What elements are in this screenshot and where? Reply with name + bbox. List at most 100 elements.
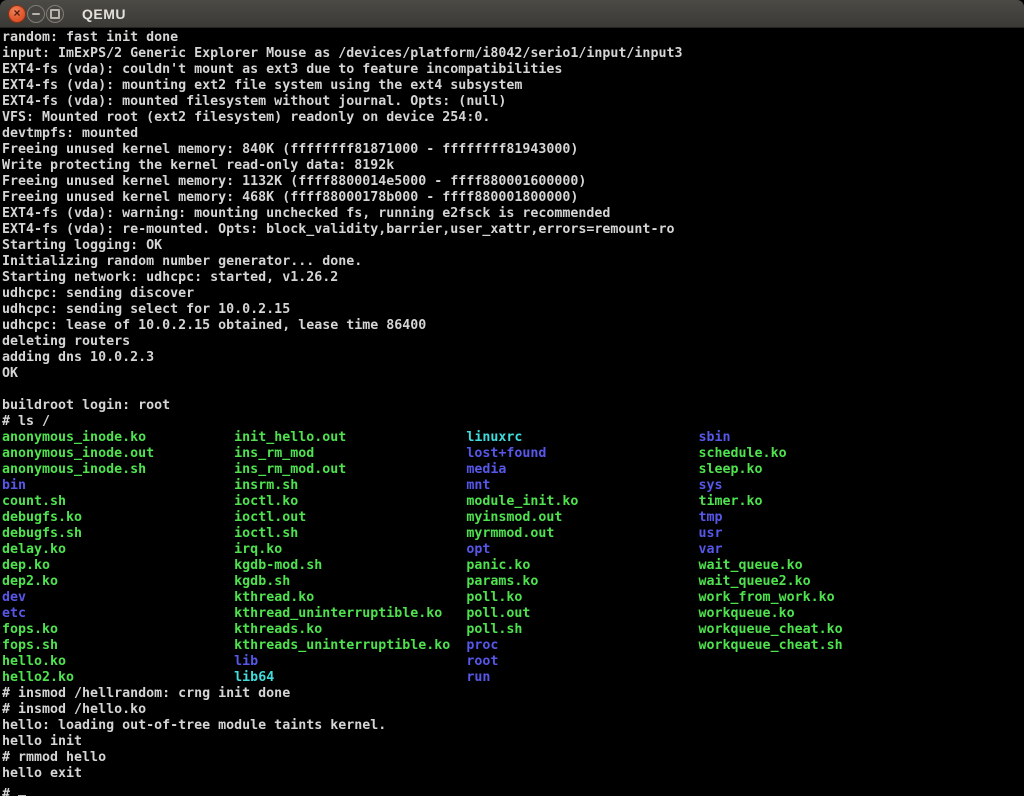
terminal-line: delay.ko irq.ko opt var [2,542,1024,558]
window-title: QEMU [82,6,126,22]
text-segment: lost+found [466,446,698,461]
text-segment: ioctl.sh [234,526,466,541]
terminal-line: bin insrm.sh mnt sys [2,478,1024,494]
text-segment: poll.sh [466,622,698,637]
text-segment: kthread.ko [234,590,466,605]
terminal-line: EXT4-fs (vda): mounted filesystem withou… [2,94,1024,110]
text-segment: VFS: Mounted root (ext2 filesystem) read… [2,110,490,125]
text-segment: lib64 [234,670,466,685]
terminal-line: udhcpc: sending discover [2,286,1024,302]
text-segment: udhcpc: sending discover [2,286,194,301]
terminal-line: OK [2,366,1024,382]
maximize-icon [50,9,60,19]
terminal-line: udhcpc: sending select for 10.0.2.15 [2,302,1024,318]
text-segment: kthreads_uninterruptible.ko [234,638,466,653]
text-segment: schedule.ko [699,446,787,461]
terminal-line: # [2,782,1024,796]
text-segment: sys [699,478,723,493]
text-segment: mnt [466,478,698,493]
text-segment: workqueue_cheat.sh [699,638,843,653]
terminal-line: devtmpfs: mounted [2,126,1024,142]
text-segment: random: fast init done [2,30,178,45]
terminal-line: EXT4-fs (vda): mounting ext2 file system… [2,78,1024,94]
text-segment: udhcpc: sending select for 10.0.2.15 [2,302,290,317]
terminal-line: buildroot login: root [2,398,1024,414]
terminal-line: anonymous_inode.out ins_rm_mod lost+foun… [2,446,1024,462]
terminal-line: # insmod /hello.ko [2,702,1024,718]
close-button[interactable]: × [8,5,26,23]
terminal-line: count.sh ioctl.ko module_init.ko timer.k… [2,494,1024,510]
text-segment: myinsmod.out [466,510,698,525]
text-segment: dep.ko [2,558,234,573]
text-segment: linuxrc [466,430,698,445]
terminal-line: dep.ko kgdb-mod.sh panic.ko wait_queue.k… [2,558,1024,574]
terminal-line: EXT4-fs (vda): warning: mounting uncheck… [2,206,1024,222]
text-segment: anonymous_inode.ko [2,430,234,445]
terminal-line: Freeing unused kernel memory: 468K (ffff… [2,190,1024,206]
text-segment: lib [234,654,466,669]
terminal-line: anonymous_inode.sh ins_rm_mod.out media … [2,462,1024,478]
text-segment: wait_queue2.ko [699,574,811,589]
terminal-line: dep2.ko kgdb.sh params.ko wait_queue2.ko [2,574,1024,590]
terminal-line: hello: loading out-of-tree module taints… [2,718,1024,734]
text-segment: media [466,462,698,477]
text-segment: insrm.sh [234,478,466,493]
text-segment: delay.ko [2,542,234,557]
text-segment: EXT4-fs (vda): mounted filesystem withou… [2,94,506,109]
text-segment: Starting logging: OK [2,238,162,253]
text-segment: tmp [699,510,723,525]
text-segment: opt [466,542,698,557]
terminal-cursor [18,782,26,796]
text-segment: devtmpfs: mounted [2,126,138,141]
terminal-line: Freeing unused kernel memory: 1132K (fff… [2,174,1024,190]
terminal-line: # ls / [2,414,1024,430]
qemu-console[interactable]: random: fast init doneinput: ImExPS/2 Ge… [0,28,1024,796]
text-segment: Freeing unused kernel memory: 1132K (fff… [2,174,586,189]
terminal-line: hello exit [2,766,1024,782]
text-segment: count.sh [2,494,234,509]
text-segment: usr [699,526,723,541]
text-segment: ioctl.ko [234,494,466,509]
minimize-button[interactable] [27,5,45,23]
maximize-button[interactable] [46,5,64,23]
text-segment: # rmmod hello [2,750,106,765]
text-segment: EXT4-fs (vda): couldn't mount as ext3 du… [2,62,562,77]
terminal-line: # insmod /hellrandom: crng init done [2,686,1024,702]
text-segment: hello exit [2,766,82,781]
text-segment: myrmmod.out [466,526,698,541]
text-segment: workqueue.ko [699,606,795,621]
text-segment: ioctl.out [234,510,466,525]
close-icon: × [13,7,20,19]
terminal-line: Starting logging: OK [2,238,1024,254]
terminal-line: deleting routers [2,334,1024,350]
terminal-line: Initializing random number generator... … [2,254,1024,270]
text-segment: root [466,654,498,669]
text-segment: anonymous_inode.out [2,446,234,461]
text-segment: panic.ko [466,558,698,573]
terminal-line: udhcpc: lease of 10.0.2.15 obtained, lea… [2,318,1024,334]
text-segment: workqueue_cheat.ko [699,622,843,637]
terminal-line: fops.ko kthreads.ko poll.sh workqueue_ch… [2,622,1024,638]
text-segment: run [466,670,490,685]
terminal-line: Write protecting the kernel read-only da… [2,158,1024,174]
text-segment: buildroot login: root [2,398,170,413]
text-segment: dev [2,590,234,605]
terminal-line: VFS: Mounted root (ext2 filesystem) read… [2,110,1024,126]
terminal-line: input: ImExPS/2 Generic Explorer Mouse a… [2,46,1024,62]
text-segment: hello2.ko [2,670,234,685]
text-segment: dep2.ko [2,574,234,589]
text-segment: work_from_work.ko [699,590,835,605]
text-segment: kgdb.sh [234,574,466,589]
text-segment: init_hello.out [234,430,466,445]
terminal-line: fops.sh kthreads_uninterruptible.ko proc… [2,638,1024,654]
text-segment: EXT4-fs (vda): warning: mounting uncheck… [2,206,610,221]
text-segment: input: ImExPS/2 Generic Explorer Mouse a… [2,46,682,61]
text-segment: timer.ko [699,494,763,509]
text-segment: deleting routers [2,334,130,349]
text-segment: EXT4-fs (vda): re-mounted. Opts: block_v… [2,222,674,237]
text-segment: EXT4-fs (vda): mounting ext2 file system… [2,78,522,93]
terminal-line: # rmmod hello [2,750,1024,766]
text-segment: udhcpc: lease of 10.0.2.15 obtained, lea… [2,318,426,333]
terminal-line: anonymous_inode.ko init_hello.out linuxr… [2,430,1024,446]
terminal-line: dev kthread.ko poll.ko work_from_work.ko [2,590,1024,606]
